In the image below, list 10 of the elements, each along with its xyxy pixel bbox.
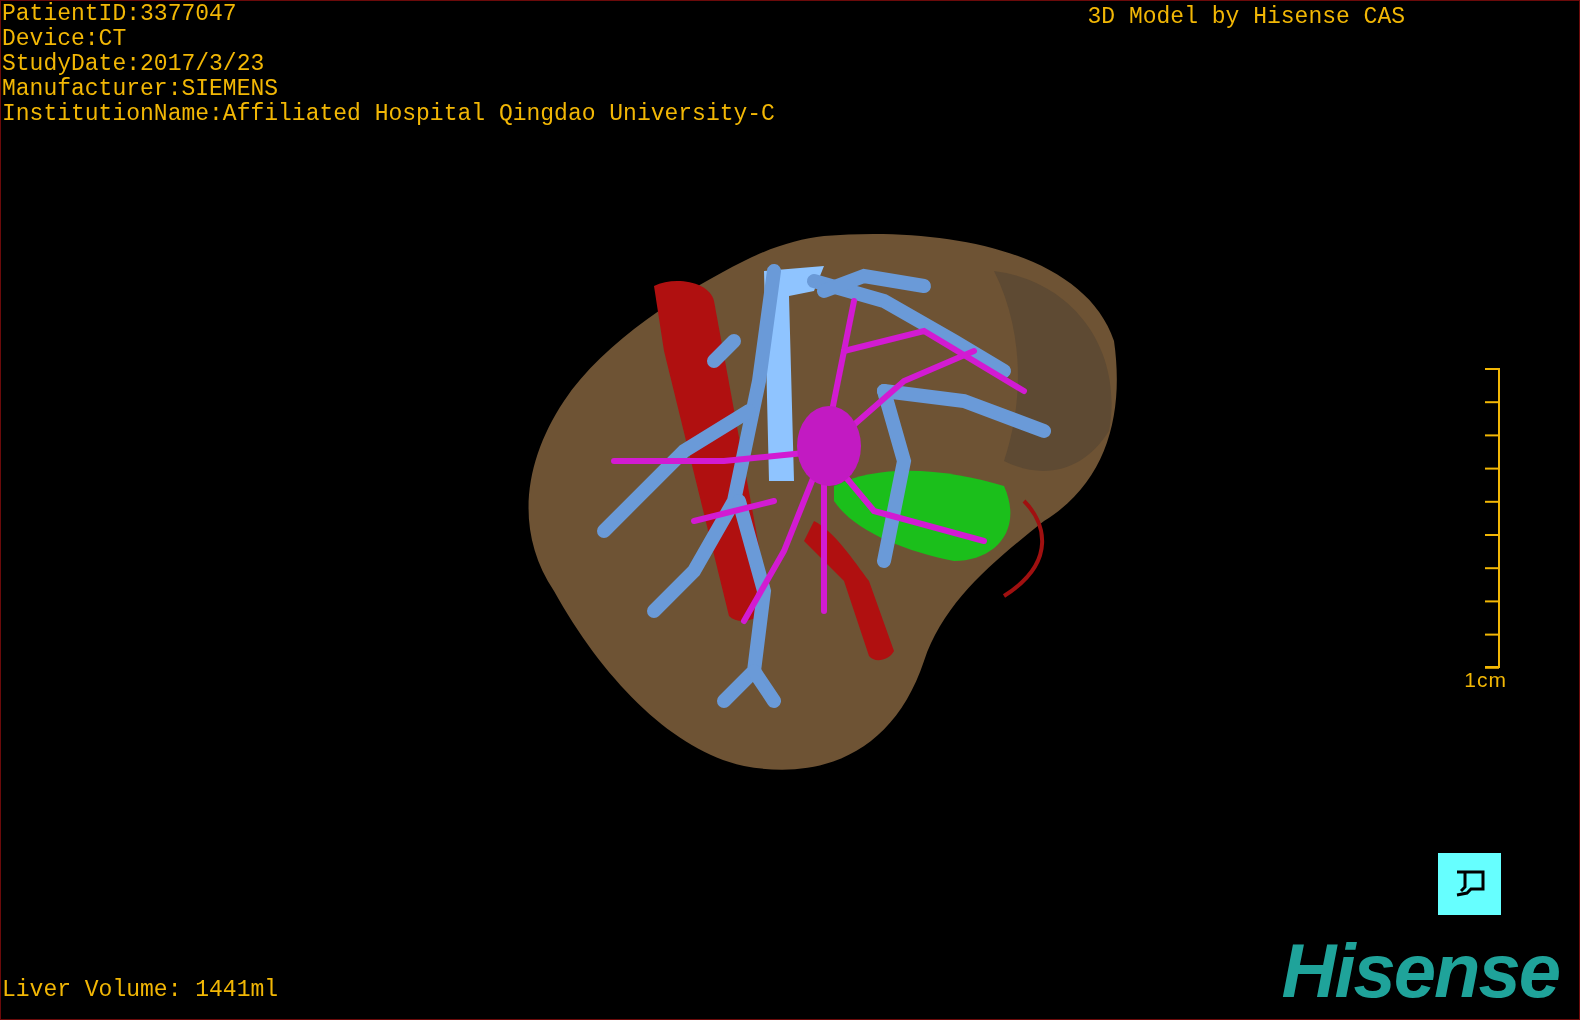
- model-title: 3D Model by Hisense CAS: [1087, 3, 1405, 32]
- patient-info-line: StudyDate:2017/3/23: [2, 52, 266, 77]
- scale-label: 1cm: [1464, 669, 1507, 691]
- brand-logo: Hisense: [1281, 939, 1560, 1003]
- patient-info-line: Manufacturer:SIEMENS: [2, 77, 280, 102]
- liver-volume: Liver Volume: 1441ml: [2, 977, 279, 1003]
- orientation-cube-icon[interactable]: [1438, 853, 1501, 915]
- patient-info-line: Device:CT: [2, 27, 128, 52]
- patient-info-line: InstitutionName:Affiliated Hospital Qingdao University-C: [2, 102, 775, 127]
- patient-info-line: PatientID:3377047: [2, 2, 238, 27]
